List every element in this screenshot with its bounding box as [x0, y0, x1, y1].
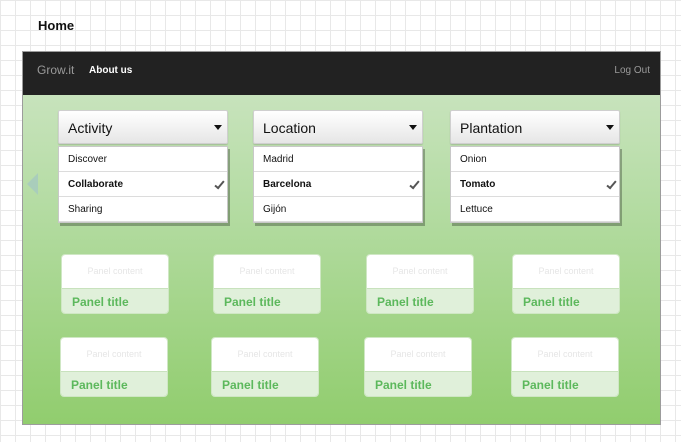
- panel[interactable]: Panel content Panel title: [511, 337, 619, 397]
- menu-item-label: Lettuce: [460, 204, 493, 215]
- checkmark-icon: [214, 178, 225, 190]
- checkmark-icon: [409, 178, 420, 190]
- panel-content: Panel content: [62, 255, 168, 288]
- navbar: Grow.it About us Log Out: [23, 52, 660, 95]
- panel[interactable]: Panel content Panel title: [366, 254, 474, 314]
- panel[interactable]: Panel content Panel title: [61, 254, 169, 314]
- panel[interactable]: Panel content Panel title: [364, 337, 472, 397]
- panel-content: Panel content: [61, 338, 167, 371]
- page-title: Home: [38, 18, 75, 33]
- dropdown-label: Plantation: [460, 120, 523, 136]
- plantation-dropdown: Plantation Onion Tomato Lettuce: [450, 110, 620, 223]
- menu-item-madrid[interactable]: Madrid: [254, 147, 422, 172]
- panel-title: Panel title: [214, 288, 320, 313]
- menu-item-lettuce[interactable]: Lettuce: [451, 197, 619, 222]
- panel-title: Panel title: [365, 371, 471, 396]
- panel-title: Panel title: [212, 371, 318, 396]
- menu-item-label: Tomato: [460, 179, 496, 190]
- panel-title: Panel title: [512, 371, 618, 396]
- menu-item-label: Madrid: [263, 154, 294, 165]
- panel[interactable]: Panel content Panel title: [213, 254, 321, 314]
- activity-dropdown: Activity Discover Collaborate Sharing: [58, 110, 228, 223]
- plantation-dropdown-toggle[interactable]: Plantation: [450, 110, 620, 144]
- menu-item-label: Barcelona: [263, 179, 312, 190]
- panel-content: Panel content: [367, 255, 473, 288]
- plantation-menu: Onion Tomato Lettuce: [450, 146, 620, 223]
- location-dropdown-toggle[interactable]: Location: [253, 110, 423, 144]
- menu-item-barcelona[interactable]: Barcelona: [254, 172, 422, 197]
- menu-item-gijon[interactable]: Gijón: [254, 197, 422, 222]
- activity-menu: Discover Collaborate Sharing: [58, 146, 228, 223]
- panel-title: Panel title: [61, 371, 167, 396]
- chevron-left-icon[interactable]: [27, 173, 38, 195]
- checkmark-icon: [606, 178, 617, 190]
- location-dropdown: Location Madrid Barcelona Gijón: [253, 110, 423, 223]
- menu-item-discover[interactable]: Discover: [59, 147, 227, 172]
- panel-content: Panel content: [214, 255, 320, 288]
- caret-down-icon: [606, 125, 614, 130]
- panel[interactable]: Panel content Panel title: [211, 337, 319, 397]
- activity-dropdown-toggle[interactable]: Activity: [58, 110, 228, 144]
- menu-item-label: Collaborate: [68, 179, 124, 190]
- location-menu: Madrid Barcelona Gijón: [253, 146, 423, 223]
- dropdown-label: Activity: [68, 120, 113, 136]
- menu-item-sharing[interactable]: Sharing: [59, 197, 227, 222]
- panel-title: Panel title: [62, 288, 168, 313]
- panel-content: Panel content: [365, 338, 471, 371]
- caret-down-icon: [214, 125, 222, 130]
- panel-content: Panel content: [212, 338, 318, 371]
- menu-item-tomato[interactable]: Tomato: [451, 172, 619, 197]
- panel-content: Panel content: [513, 255, 619, 288]
- menu-item-collaborate[interactable]: Collaborate: [59, 172, 227, 197]
- panel[interactable]: Panel content Panel title: [512, 254, 620, 314]
- menu-item-label: Gijón: [263, 204, 287, 215]
- panel-title: Panel title: [367, 288, 473, 313]
- nav-link-about-us[interactable]: About us: [89, 65, 132, 76]
- brand-logo[interactable]: Grow.it: [37, 63, 74, 77]
- caret-down-icon: [409, 125, 417, 130]
- panel-title: Panel title: [513, 288, 619, 313]
- menu-item-label: Onion: [460, 154, 487, 165]
- logout-link[interactable]: Log Out: [614, 65, 650, 76]
- menu-item-label: Sharing: [68, 204, 103, 215]
- dropdown-label: Location: [263, 120, 316, 136]
- app-frame: Grow.it About us Log Out Activity Discov…: [22, 51, 661, 425]
- menu-item-onion[interactable]: Onion: [451, 147, 619, 172]
- menu-item-label: Discover: [68, 154, 107, 165]
- panel[interactable]: Panel content Panel title: [60, 337, 168, 397]
- panel-content: Panel content: [512, 338, 618, 371]
